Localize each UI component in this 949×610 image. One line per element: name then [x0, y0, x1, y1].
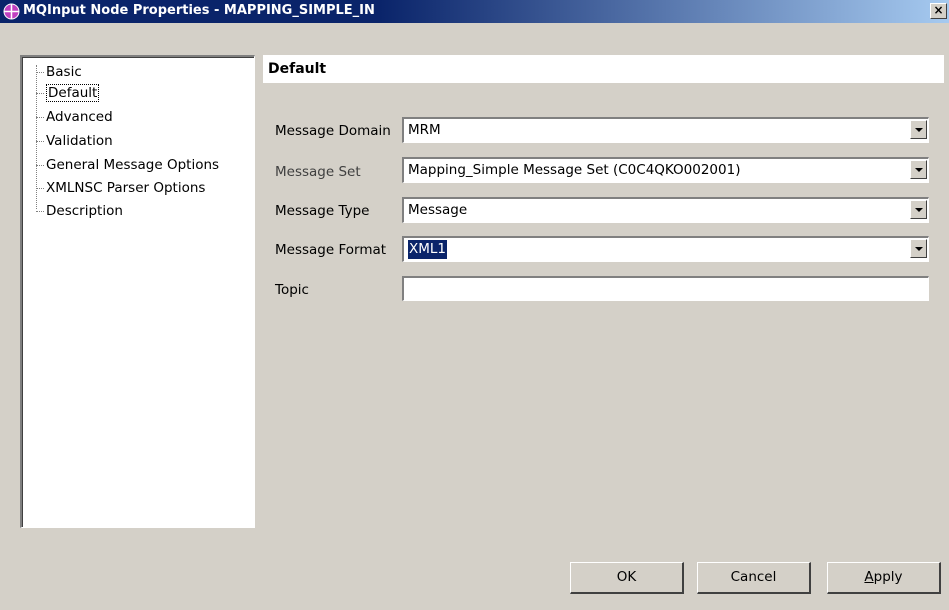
window-title: MQInput Node Properties - MAPPING_SIMPLE…: [23, 3, 375, 18]
section-title: Default: [263, 55, 944, 83]
message-domain-label: Message Domain: [275, 123, 391, 139]
message-domain-select[interactable]: MRM: [402, 117, 929, 143]
close-button[interactable]: ×: [930, 3, 947, 19]
cancel-button[interactable]: Cancel: [697, 562, 811, 594]
tree-item-label: Default: [46, 84, 100, 102]
apply-mnemonic: A: [864, 569, 874, 585]
tree-item-validation[interactable]: Validation: [36, 131, 113, 151]
tree-item-default[interactable]: Default: [36, 83, 100, 103]
tree-item-basic[interactable]: Basic: [36, 62, 82, 82]
node-properties-icon: [3, 3, 20, 20]
tree-item-label: Advanced: [46, 109, 113, 125]
tree-item-general-message-options[interactable]: General Message Options: [36, 155, 219, 175]
chevron-down-icon[interactable]: [910, 160, 927, 179]
ok-button[interactable]: OK: [570, 562, 684, 594]
message-format-label: Message Format: [275, 242, 387, 258]
message-set-label: Message Set: [275, 164, 361, 180]
apply-label-rest: pply: [873, 569, 903, 585]
tree-item-label: General Message Options: [46, 157, 220, 173]
tree-item-advanced[interactable]: Advanced: [36, 107, 113, 127]
message-format-select[interactable]: XML1: [402, 236, 929, 262]
topic-label: Topic: [275, 282, 309, 298]
navigation-tree: Basic Default Advanced Validation Genera…: [20, 55, 255, 528]
apply-button[interactable]: Apply: [827, 562, 941, 594]
tree-item-label: XMLNSC Parser Options: [46, 180, 206, 196]
tree-item-label: Description: [46, 203, 123, 219]
tree-item-label: Validation: [46, 133, 113, 149]
message-set-value: Mapping_Simple Message Set (C0C4QKO00200…: [408, 162, 741, 178]
message-type-value: Message: [408, 202, 468, 218]
tree-item-description[interactable]: Description: [36, 201, 123, 221]
message-type-label: Message Type: [275, 203, 370, 219]
message-format-value: XML1: [408, 240, 448, 259]
tree-item-xmlnsc-parser-options[interactable]: XMLNSC Parser Options: [36, 178, 205, 198]
tree-item-label: Basic: [46, 64, 82, 80]
close-icon: ×: [933, 3, 944, 17]
message-type-select[interactable]: Message: [402, 197, 929, 223]
chevron-down-icon[interactable]: [910, 120, 927, 139]
title-bar[interactable]: MQInput Node Properties - MAPPING_SIMPLE…: [0, 0, 949, 23]
chevron-down-icon[interactable]: [910, 239, 927, 258]
message-domain-value: MRM: [408, 122, 441, 138]
chevron-down-icon[interactable]: [910, 200, 927, 219]
topic-input[interactable]: [402, 276, 929, 301]
properties-dialog: MQInput Node Properties - MAPPING_SIMPLE…: [0, 0, 949, 610]
message-set-select[interactable]: Mapping_Simple Message Set (C0C4QKO00200…: [402, 157, 929, 183]
